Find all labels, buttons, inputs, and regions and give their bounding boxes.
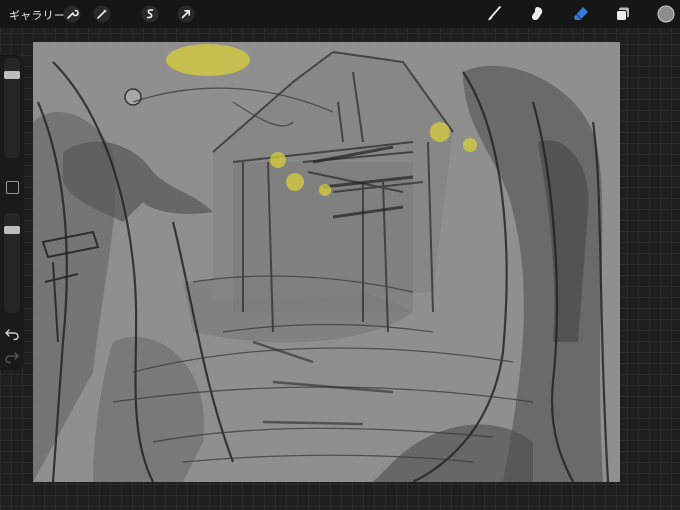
- opacity-thumb[interactable]: [4, 226, 20, 234]
- magic-wand-icon[interactable]: [93, 5, 111, 23]
- sketch-artwork: [33, 42, 620, 482]
- brush-size-thumb[interactable]: [4, 71, 20, 79]
- gallery-button[interactable]: ギャラリー: [9, 7, 65, 23]
- top-toolbar: ギャラリー: [0, 0, 680, 28]
- brush-size-slider[interactable]: [4, 58, 20, 158]
- color-swatch[interactable]: [657, 5, 675, 23]
- redo-icon[interactable]: [4, 350, 20, 364]
- smudge-icon[interactable]: [528, 5, 546, 23]
- layers-icon[interactable]: [614, 5, 632, 23]
- eraser-icon[interactable]: [572, 5, 590, 23]
- modify-square-button[interactable]: [6, 181, 19, 194]
- brush-icon[interactable]: [485, 5, 503, 23]
- left-sidebar: [0, 55, 24, 370]
- selection-icon[interactable]: [141, 5, 159, 23]
- undo-icon[interactable]: [4, 327, 20, 341]
- opacity-slider[interactable]: [4, 213, 20, 313]
- drawing-canvas[interactable]: [33, 42, 620, 482]
- transform-arrow-icon[interactable]: [177, 5, 195, 23]
- wrench-icon[interactable]: [63, 5, 81, 23]
